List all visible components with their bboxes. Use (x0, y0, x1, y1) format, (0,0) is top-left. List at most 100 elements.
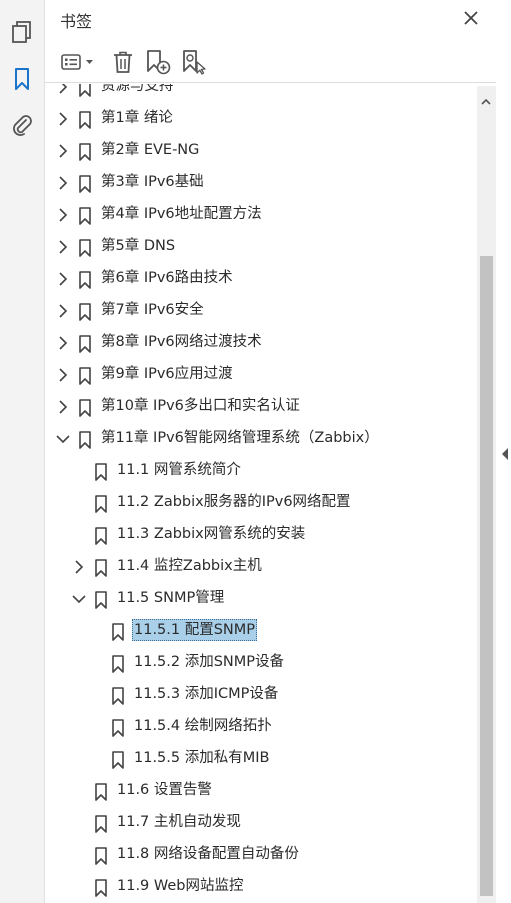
scroll-up-arrow-icon[interactable] (481, 92, 491, 105)
bookmark-label[interactable]: 11.5.5 添加私有MIB (132, 748, 271, 768)
bookmark-row[interactable]: 11.4 监控Zabbix主机 (45, 551, 478, 583)
panel-header: 书签 (45, 0, 496, 38)
bookmark-icon (78, 271, 92, 289)
bookmark-icon (78, 175, 92, 193)
bookmark-icon (78, 335, 92, 353)
find-bookmark-icon[interactable] (181, 48, 207, 76)
bookmark-label[interactable]: 11.8 网络设备配置自动备份 (115, 844, 301, 864)
bookmarks-toolbar (45, 42, 496, 83)
chevron-right-icon[interactable] (55, 303, 71, 319)
bookmark-label[interactable]: 第5章 DNS (99, 236, 177, 256)
chevron-right-icon[interactable] (55, 335, 71, 351)
bookmark-row[interactable]: 第2章 EVE-NG (45, 135, 478, 167)
chevron-right-icon[interactable] (55, 143, 71, 159)
bookmark-label[interactable]: 第11章 IPv6智能网络管理系统（Zabbix） (99, 428, 381, 448)
bookmark-icon (94, 783, 108, 801)
bookmark-row[interactable]: 11.9 Web网站监控 (45, 871, 478, 903)
bookmark-icon (94, 847, 108, 865)
bookmark-icon (78, 207, 92, 225)
pages-icon[interactable] (9, 19, 35, 45)
bookmark-row[interactable]: 第5章 DNS (45, 231, 478, 263)
bookmark-label[interactable]: 第4章 IPv6地址配置方法 (99, 204, 264, 224)
bookmark-icon (111, 751, 125, 769)
bookmark-label[interactable]: 第3章 IPv6基础 (99, 172, 206, 192)
bookmark-label[interactable]: 11.5 SNMP管理 (115, 588, 226, 608)
bookmark-row[interactable]: 第11章 IPv6智能网络管理系统（Zabbix） (45, 423, 478, 455)
bookmark-row[interactable]: 11.3 Zabbix网管系统的安装 (45, 519, 478, 551)
bookmark-icon (78, 111, 92, 129)
bookmark-row[interactable]: 资源与支持 (45, 84, 478, 103)
bookmark-row[interactable]: 第10章 IPv6多出口和实名认证 (45, 391, 478, 423)
bookmark-row[interactable]: 11.5.1 配置SNMP (45, 615, 478, 647)
bookmark-icon[interactable] (9, 66, 35, 92)
bookmark-label[interactable]: 第8章 IPv6网络过渡技术 (99, 332, 264, 352)
bookmark-icon (78, 143, 92, 161)
bookmark-row[interactable]: 11.5 SNMP管理 (45, 583, 478, 615)
bookmark-icon (94, 463, 108, 481)
bookmark-row[interactable]: 11.5.5 添加私有MIB (45, 743, 478, 775)
collapse-panel-arrow-icon[interactable] (500, 446, 510, 462)
bookmark-label[interactable]: 资源与支持 (99, 84, 176, 96)
bookmark-label[interactable]: 11.5.3 添加ICMP设备 (132, 684, 280, 704)
chevron-right-icon[interactable] (71, 559, 87, 575)
bookmark-icon (94, 559, 108, 577)
bookmarks-panel: 书签 资源与支持 第1章 绪论 第2章 EVE-NG 第3章 IPv6基础 第4… (45, 0, 496, 903)
bookmark-tree: 资源与支持第1章 绪论第2章 EVE-NG 第3章 IPv6基础第4章 IPv6地… (45, 84, 478, 903)
bookmark-row[interactable]: 第9章 IPv6应用过渡 (45, 359, 478, 391)
bookmark-row[interactable]: 第3章 IPv6基础 (45, 167, 478, 199)
chevron-right-icon[interactable] (55, 271, 71, 287)
close-icon[interactable] (461, 8, 481, 28)
bookmark-row[interactable]: 11.5.3 添加ICMP设备 (45, 679, 478, 711)
bookmark-label[interactable]: 11.5.2 添加SNMP设备 (132, 652, 286, 672)
bookmark-label[interactable]: 11.4 监控Zabbix主机 (115, 556, 264, 576)
bookmark-label[interactable]: 第10章 IPv6多出口和实名认证 (99, 396, 302, 416)
bookmark-label[interactable]: 第2章 EVE-NG (99, 140, 201, 160)
chevron-right-icon[interactable] (55, 399, 71, 415)
bookmark-row[interactable]: 11.5.2 添加SNMP设备 (45, 647, 478, 679)
bookmark-label[interactable]: 第1章 绪论 (99, 108, 175, 128)
scrollbar-thumb[interactable] (480, 256, 493, 896)
bookmark-label[interactable]: 11.5.1 配置SNMP (132, 619, 258, 641)
bookmark-row[interactable]: 11.8 网络设备配置自动备份 (45, 839, 478, 871)
bookmark-row[interactable]: 11.7 主机自动发现 (45, 807, 478, 839)
bookmark-row[interactable]: 11.1 网管系统简介 (45, 455, 478, 487)
bookmark-icon (94, 527, 108, 545)
bookmark-row[interactable]: 第6章 IPv6路由技术 (45, 263, 478, 295)
bookmark-icon (78, 303, 92, 321)
bookmark-icon (94, 879, 108, 897)
bookmark-label[interactable]: 11.1 网管系统简介 (115, 460, 243, 480)
chevron-right-icon[interactable] (55, 367, 71, 383)
bookmark-row[interactable]: 11.6 设置告警 (45, 775, 478, 807)
bookmark-label[interactable]: 11.2 Zabbix服务器的IPv6网络配置 (115, 492, 353, 512)
bookmark-label[interactable]: 11.5.4 绘制网络拓扑 (132, 716, 274, 736)
bookmark-label[interactable]: 11.7 主机自动发现 (115, 812, 243, 832)
vertical-scrollbar[interactable] (477, 86, 496, 903)
trash-icon[interactable] (111, 48, 135, 76)
bookmark-label[interactable]: 11.3 Zabbix网管系统的安装 (115, 524, 307, 544)
bookmark-icon (94, 591, 108, 609)
options-list-icon[interactable] (59, 48, 97, 76)
bookmark-label[interactable]: 第7章 IPv6安全 (99, 300, 206, 320)
bookmark-row[interactable]: 第1章 绪论 (45, 103, 478, 135)
bookmark-icon (111, 655, 125, 673)
bookmark-label[interactable]: 11.9 Web网站监控 (115, 876, 246, 896)
bookmark-row[interactable]: 11.2 Zabbix服务器的IPv6网络配置 (45, 487, 478, 519)
bookmark-label[interactable]: 11.6 设置告警 (115, 780, 214, 800)
chevron-right-icon[interactable] (55, 111, 71, 127)
chevron-right-icon[interactable] (55, 207, 71, 223)
chevron-right-icon[interactable] (55, 175, 71, 191)
bookmark-label[interactable]: 第6章 IPv6路由技术 (99, 268, 235, 288)
panel-title: 书签 (60, 12, 93, 31)
bookmark-row[interactable]: 11.5.4 绘制网络拓扑 (45, 711, 478, 743)
navigation-rail (0, 0, 45, 903)
bookmark-label[interactable]: 第9章 IPv6应用过渡 (99, 364, 235, 384)
attachment-icon[interactable] (9, 112, 35, 138)
chevron-down-icon[interactable] (55, 431, 71, 447)
chevron-down-icon[interactable] (71, 591, 87, 607)
bookmark-row[interactable]: 第7章 IPv6安全 (45, 295, 478, 327)
bookmark-row[interactable]: 第8章 IPv6网络过渡技术 (45, 327, 478, 359)
chevron-right-icon[interactable] (55, 239, 71, 255)
chevron-right-icon[interactable] (55, 84, 71, 95)
bookmark-row[interactable]: 第4章 IPv6地址配置方法 (45, 199, 478, 231)
new-bookmark-icon[interactable] (145, 48, 171, 76)
